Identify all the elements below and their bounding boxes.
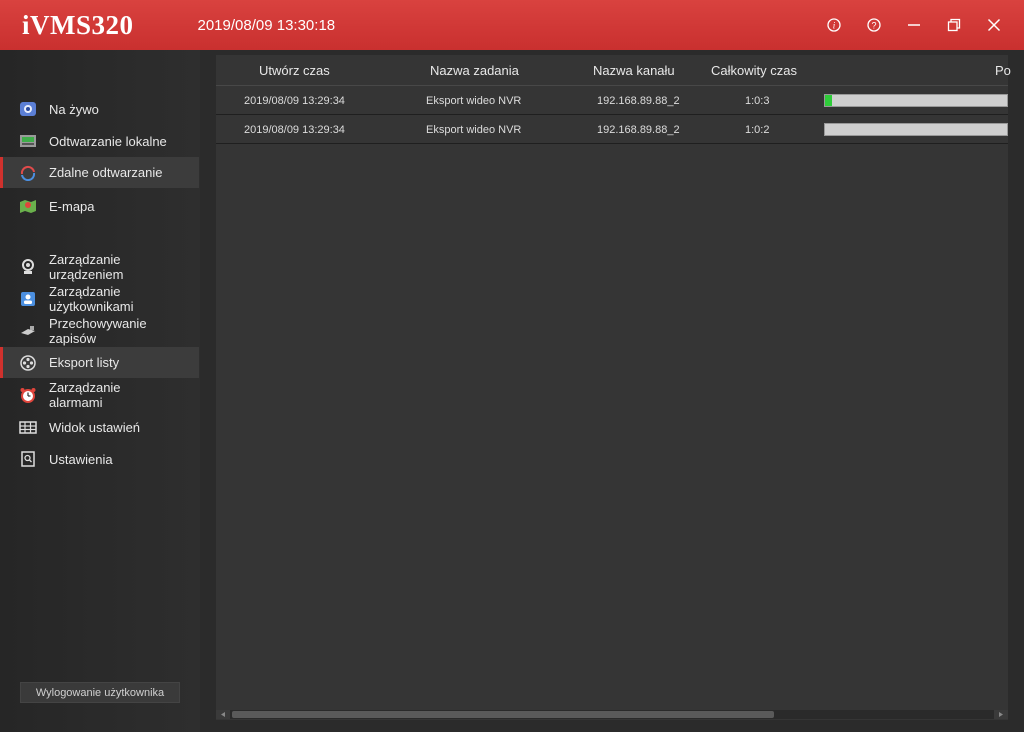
cell-create-time: 2019/08/09 13:29:34 [244, 95, 345, 107]
chevron-right-icon [999, 712, 1003, 717]
progress-fill [825, 95, 833, 106]
sidebar-item-storage[interactable]: Przechowywanie zapisów [0, 315, 199, 347]
restore-button[interactable] [934, 0, 974, 50]
help-button[interactable]: ? [854, 0, 894, 50]
svg-text:?: ? [871, 21, 876, 31]
app-logo: iVMS320 [22, 9, 134, 40]
column-create-time[interactable]: Utwórz czas [259, 63, 330, 78]
horizontal-scrollbar[interactable] [216, 710, 1008, 719]
sidebar-item-emap[interactable]: E-mapa [0, 193, 199, 219]
column-progress[interactable]: Po [995, 63, 1011, 78]
user-management-icon [18, 289, 38, 309]
column-total-time[interactable]: Całkowity czas [711, 63, 797, 78]
cell-channel-name: 192.168.89.88_2 [597, 124, 680, 136]
scroll-right-button[interactable] [994, 710, 1008, 719]
close-button[interactable] [974, 0, 1014, 50]
sidebar-item-user-management[interactable]: Zarządzanie użytkownikami [0, 283, 199, 315]
export-list-panel: Utwórz czas Nazwa zadania Nazwa kanału C… [216, 55, 1011, 720]
minimize-button[interactable] [894, 0, 934, 50]
info-button[interactable]: i [814, 0, 854, 50]
chevron-left-icon [221, 712, 225, 717]
close-icon [987, 18, 1001, 32]
view-settings-icon [18, 417, 38, 437]
sidebar-item-device-management[interactable]: Zarządzanie urządzeniem [0, 251, 199, 283]
storage-icon [18, 321, 38, 341]
cell-task-name: Eksport wideo NVR [426, 124, 522, 136]
sidebar-item-live-view[interactable]: Na żywo [0, 96, 199, 122]
local-playback-icon [18, 131, 38, 151]
window-controls: i ? [814, 0, 1014, 50]
logout-button[interactable]: Wylogowanie użytkownika [20, 682, 180, 703]
emap-icon [18, 196, 38, 216]
alarm-icon [18, 385, 38, 405]
column-channel-name[interactable]: Nazwa kanału [593, 63, 675, 78]
table-row[interactable]: 2019/08/09 13:29:34 Eksport wideo NVR 19… [216, 87, 1008, 115]
export-list-icon [18, 353, 38, 373]
sidebar: Na żywo Odtwarzanie lokalne Zdalne odtwa… [0, 50, 200, 732]
sidebar-item-remote-playback[interactable]: Zdalne odtwarzanie [0, 157, 199, 188]
current-datetime: 2019/08/09 13:30:18 [197, 16, 336, 34]
sidebar-item-local-playback[interactable]: Odtwarzanie lokalne [0, 128, 199, 154]
sidebar-item-alarm-management[interactable]: Zarządzanie alarmami [0, 379, 199, 411]
sidebar-item-export-list[interactable]: Eksport listy [0, 347, 199, 378]
progress-bar [824, 94, 1008, 107]
svg-text:i: i [833, 21, 836, 31]
settings-icon [18, 449, 38, 469]
device-management-icon [18, 257, 38, 277]
scroll-left-button[interactable] [216, 710, 230, 719]
remote-playback-icon [18, 163, 38, 183]
cell-total-time: 1:0:3 [745, 95, 770, 107]
table-row[interactable]: 2019/08/09 13:29:34 Eksport wideo NVR 19… [216, 116, 1008, 144]
cell-total-time: 1:0:2 [745, 124, 770, 136]
cell-channel-name: 192.168.89.88_2 [597, 95, 680, 107]
table-header: Utwórz czas Nazwa zadania Nazwa kanału C… [216, 55, 1011, 86]
cell-task-name: Eksport wideo NVR [426, 95, 522, 107]
column-task-name[interactable]: Nazwa zadania [430, 63, 519, 78]
sidebar-item-settings[interactable]: Ustawienia [0, 446, 199, 472]
sidebar-item-view-settings[interactable]: Widok ustawień [0, 414, 199, 440]
progress-bar [824, 123, 1008, 136]
title-bar: iVMS320 2019/08/09 13:30:18 i ? [0, 0, 1024, 50]
info-icon: i [827, 18, 841, 32]
restore-icon [947, 18, 961, 32]
minimize-icon [908, 24, 920, 26]
help-icon: ? [867, 18, 881, 32]
scroll-thumb[interactable] [232, 711, 774, 718]
live-view-icon [18, 99, 38, 119]
cell-create-time: 2019/08/09 13:29:34 [244, 124, 345, 136]
